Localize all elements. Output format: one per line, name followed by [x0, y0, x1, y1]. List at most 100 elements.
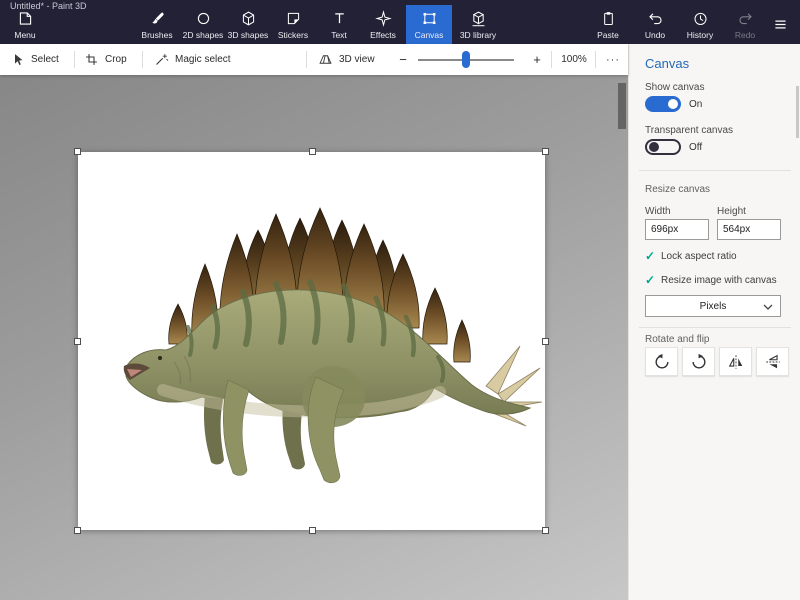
selection-handle[interactable]	[74, 148, 81, 155]
flip-vertical-button[interactable]	[756, 347, 789, 376]
show-canvas-toggle[interactable]	[645, 96, 681, 112]
width-input[interactable]	[645, 219, 709, 240]
rotate-left-icon	[653, 353, 671, 371]
3d-library-icon	[470, 10, 487, 27]
panel-scrollbar-thumb[interactable]	[796, 86, 799, 138]
stickers-icon	[285, 10, 302, 27]
flip-horizontal-icon	[727, 353, 745, 371]
divider	[595, 51, 596, 68]
zoom-value[interactable]: 100%	[556, 44, 592, 75]
rotate-right-button[interactable]	[682, 347, 715, 376]
transparent-canvas-label: Transparent canvas	[645, 125, 733, 136]
tab-label: Canvas	[415, 30, 444, 40]
drawing-canvas[interactable]	[78, 152, 545, 530]
workspace	[0, 75, 628, 600]
tab-label: Effects	[370, 30, 396, 40]
tab-label: Text	[331, 30, 347, 40]
panel-title: Canvas	[645, 56, 689, 71]
effects-icon	[375, 10, 392, 27]
selection-handle[interactable]	[309, 527, 316, 534]
units-value: Pixels	[700, 301, 727, 312]
tab-label: Stickers	[278, 30, 308, 40]
selection-handle[interactable]	[542, 338, 549, 345]
tab-effects[interactable]: Effects	[360, 5, 406, 44]
action-label: Paste	[597, 30, 619, 40]
resize-image-checkbox[interactable]: ✓	[645, 273, 655, 287]
crop-icon	[84, 52, 99, 67]
expand-ribbon-button[interactable]	[764, 5, 796, 44]
tab-canvas[interactable]: Canvas	[406, 5, 452, 44]
tab-text[interactable]: Text	[316, 5, 362, 44]
tab-2d-shapes[interactable]: 2D shapes	[180, 5, 226, 44]
vertical-scrollbar-thumb[interactable]	[618, 83, 626, 129]
toggle-knob	[649, 142, 659, 152]
selection-handle[interactable]	[542, 148, 549, 155]
units-dropdown[interactable]: Pixels	[645, 295, 781, 317]
history-icon	[692, 10, 709, 27]
magic-select-button[interactable]: Magic select	[154, 44, 231, 75]
zoom-value-label: 100%	[561, 54, 587, 65]
action-label: Undo	[645, 30, 665, 40]
divider	[74, 51, 75, 68]
magic-wand-icon	[154, 52, 169, 67]
zoom-slider-thumb[interactable]	[462, 51, 470, 68]
magic-select-label: Magic select	[175, 54, 231, 65]
tab-3d-shapes[interactable]: 3D shapes	[225, 5, 271, 44]
tab-label: Brushes	[141, 30, 172, 40]
paste-icon	[600, 10, 617, 27]
menu-label: Menu	[14, 30, 35, 40]
transparent-canvas-toggle[interactable]	[645, 139, 681, 155]
selection-handle[interactable]	[309, 148, 316, 155]
divider	[142, 51, 143, 68]
3d-shapes-icon	[240, 10, 257, 27]
tab-brushes[interactable]: Brushes	[134, 5, 180, 44]
brush-icon	[149, 10, 166, 27]
2d-shapes-icon	[195, 10, 212, 27]
height-input[interactable]	[717, 219, 781, 240]
history-button[interactable]: History	[677, 5, 723, 44]
3d-view-button[interactable]: 3D view	[318, 44, 375, 75]
crop-label: Crop	[105, 54, 127, 65]
rotate-flip-title: Rotate and flip	[645, 334, 710, 345]
selection-handle[interactable]	[542, 527, 549, 534]
paste-button[interactable]: Paste	[585, 5, 631, 44]
toggle-knob	[668, 99, 678, 109]
redo-button[interactable]: Redo	[722, 5, 768, 44]
more-options-button[interactable]: ···	[602, 44, 624, 75]
divider	[639, 327, 791, 328]
flip-horizontal-button[interactable]	[719, 347, 752, 376]
chevron-down-icon	[763, 304, 773, 311]
hamburger-icon	[772, 16, 789, 33]
crop-tool-button[interactable]: Crop	[84, 44, 127, 75]
select-tool-button[interactable]: Select	[10, 44, 59, 75]
selection-handle[interactable]	[74, 338, 81, 345]
undo-button[interactable]: Undo	[632, 5, 678, 44]
lock-aspect-label: Lock aspect ratio	[661, 251, 737, 262]
more-icon: ···	[606, 54, 620, 66]
rotate-left-button[interactable]	[645, 347, 678, 376]
select-cursor-icon	[10, 52, 25, 67]
show-canvas-state: On	[689, 99, 702, 110]
show-canvas-label: Show canvas	[645, 82, 704, 93]
selection-handle[interactable]	[74, 527, 81, 534]
tab-stickers[interactable]: Stickers	[270, 5, 316, 44]
zoom-in-button[interactable]: +	[528, 44, 546, 75]
lock-aspect-checkbox[interactable]: ✓	[645, 249, 655, 263]
tab-3d-library[interactable]: 3D library	[452, 5, 504, 44]
3d-view-icon	[318, 52, 333, 67]
height-label: Height	[717, 206, 746, 217]
divider	[306, 51, 307, 68]
canvas-panel: Canvas Show canvas On Transparent canvas…	[628, 44, 800, 600]
tab-label: 2D shapes	[183, 30, 224, 40]
canvas-icon	[421, 10, 438, 27]
action-label: Redo	[735, 30, 755, 40]
zoom-slider[interactable]	[418, 44, 514, 75]
action-label: History	[687, 30, 713, 40]
paint3d-window: Untitled* - Paint 3D Menu Brushes 2D sha…	[0, 0, 800, 600]
flip-vertical-icon	[764, 353, 782, 371]
zoom-out-button[interactable]: −	[394, 44, 412, 75]
menu-button[interactable]: Menu	[2, 5, 48, 44]
tab-label: 3D shapes	[228, 30, 269, 40]
select-label: Select	[31, 54, 59, 65]
tool-options-bar: Select Crop Magic select 3D view − + 10	[0, 44, 628, 75]
